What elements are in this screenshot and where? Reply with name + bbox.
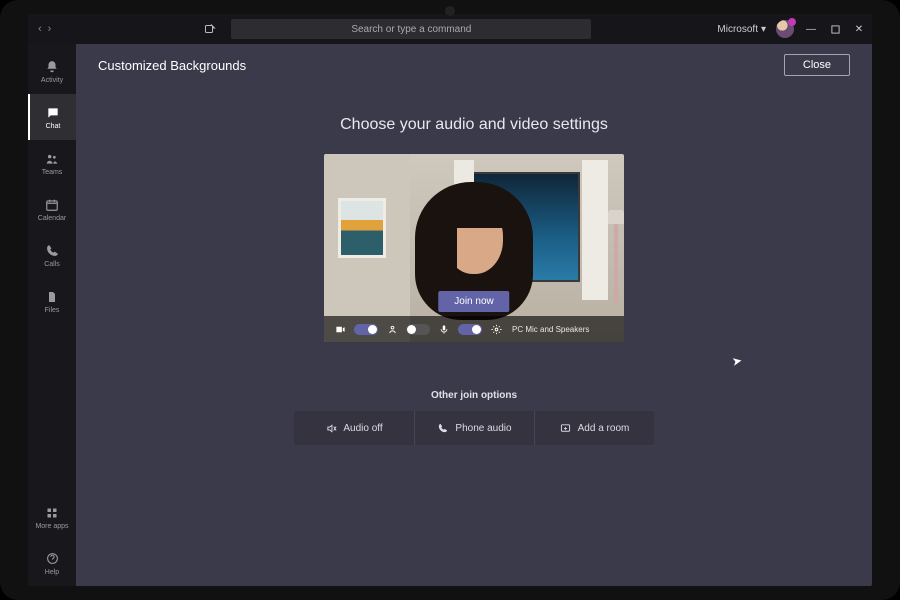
chat-icon (45, 105, 61, 121)
video-preview: Join now PC Mic and Speakers (324, 154, 624, 342)
phone-icon (437, 422, 449, 434)
camera-toggle[interactable] (354, 324, 378, 335)
titlebar: ‹ › Search or type a command Microsoft ▾… (28, 14, 872, 44)
panel-title: Customized Backgrounds (98, 58, 246, 73)
search-input[interactable]: Search or type a command (231, 19, 591, 39)
join-options: Audio off Phone audio Add a room (294, 411, 654, 445)
mic-icon (438, 323, 450, 335)
apps-icon (44, 505, 60, 521)
rail-calls[interactable]: Calls (28, 232, 76, 278)
app-window: ‹ › Search or type a command Microsoft ▾… (28, 14, 872, 586)
app-rail: Activity Chat Teams Calendar Calls Files (28, 44, 76, 586)
history-nav: ‹ › (38, 23, 51, 35)
mouse-cursor: ➤ (731, 353, 743, 369)
tenant-switcher[interactable]: Microsoft ▾ (717, 24, 766, 35)
close-window-button[interactable]: ✕ (852, 22, 866, 36)
avatar[interactable] (776, 20, 794, 38)
forward-button[interactable]: › (48, 23, 52, 35)
camera-icon (334, 323, 346, 335)
join-now-button[interactable]: Join now (438, 291, 509, 312)
help-icon (44, 551, 60, 567)
settings-gear-icon[interactable] (490, 323, 502, 335)
rail-more-apps[interactable]: More apps (28, 494, 76, 540)
teams-icon (44, 151, 60, 167)
audio-off-icon (325, 422, 337, 434)
rail-teams[interactable]: Teams (28, 140, 76, 186)
rail-help[interactable]: Help (28, 540, 76, 586)
background-effects-icon (386, 323, 398, 335)
calendar-icon (44, 197, 60, 213)
option-phone-audio[interactable]: Phone audio (414, 411, 534, 445)
minimize-button[interactable]: — (804, 22, 818, 36)
rail-files[interactable]: Files (28, 278, 76, 324)
option-add-room[interactable]: Add a room (534, 411, 654, 445)
close-button[interactable]: Close (784, 54, 850, 76)
maximize-button[interactable] (828, 22, 842, 36)
preview-controls: PC Mic and Speakers (324, 316, 624, 342)
other-options-label: Other join options (431, 390, 517, 401)
prejoin-panel: Customized Backgrounds Close Choose your… (76, 44, 872, 586)
device-label[interactable]: PC Mic and Speakers (512, 325, 589, 334)
rail-chat[interactable]: Chat (28, 94, 76, 140)
rail-activity[interactable]: Activity (28, 48, 76, 94)
mic-toggle[interactable] (458, 324, 482, 335)
background-toggle[interactable] (406, 324, 430, 335)
back-button[interactable]: ‹ (38, 23, 42, 35)
tablet-frame: ‹ › Search or type a command Microsoft ▾… (0, 0, 900, 600)
new-chat-icon[interactable] (203, 22, 217, 36)
bell-icon (44, 59, 60, 75)
option-audio-off[interactable]: Audio off (294, 411, 414, 445)
calls-icon (44, 243, 60, 259)
room-icon (560, 422, 572, 434)
files-icon (44, 289, 60, 305)
rail-calendar[interactable]: Calendar (28, 186, 76, 232)
settings-heading: Choose your audio and video settings (340, 116, 608, 134)
chevron-down-icon: ▾ (761, 24, 766, 35)
